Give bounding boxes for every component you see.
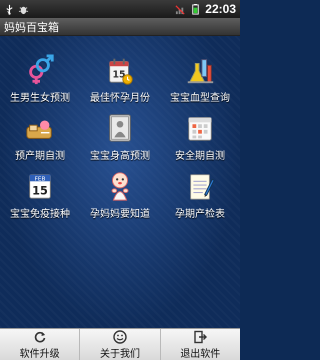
refresh-icon	[34, 331, 45, 342]
grid-item-label: 生男生女预测	[10, 93, 70, 104]
calendar-grid-icon	[188, 117, 212, 141]
options-menu: 软件升级 关于我们 退出软件	[0, 328, 240, 360]
grid-item-best-pregnancy-month[interactable]: 15 最佳怀孕月份	[80, 46, 160, 104]
usb-icon	[6, 4, 13, 15]
grid-item-label: 孕妈妈要知道	[90, 209, 150, 220]
baby-bottle-icon	[26, 120, 52, 139]
grid-item-gender-prediction[interactable]: 生男生女预测	[0, 46, 80, 104]
lab-flasks-icon	[187, 59, 214, 84]
exit-icon	[194, 330, 208, 343]
calendar-number: 15	[32, 184, 48, 197]
main-panel: 生男生女预测 15 最佳怀孕月份 宝宝血型查询 预产期自测 宝宝身高预测 安全期…	[0, 36, 240, 328]
calendar-icon: 15	[109, 58, 133, 85]
status-bar: 22:03	[0, 0, 240, 18]
grid-item-blood-type-query[interactable]: 宝宝血型查询	[160, 46, 240, 104]
grid-item-label: 宝宝免疫接种	[10, 209, 70, 220]
grid-item-due-date-test[interactable]: 预产期自测	[0, 104, 80, 162]
gender-symbols-icon	[29, 54, 54, 85]
grid-item-label: 宝宝血型查询	[170, 93, 230, 104]
grid-item-label: 宝宝身高预测	[90, 151, 150, 162]
app-title-bar: 妈妈百宝箱	[0, 18, 240, 36]
feb-label: FEB	[35, 176, 46, 182]
grid-item-immunization[interactable]: FEB 15 宝宝免疫接种	[0, 162, 80, 220]
grid-item-label: 最佳怀孕月份	[90, 93, 150, 104]
feb-calendar-icon: FEB 15	[29, 174, 51, 199]
baby-doll-icon	[111, 172, 129, 201]
grid-item-pregnancy-knowledge[interactable]: 孕妈妈要知道	[80, 162, 160, 220]
grid-item-label: 安全期自测	[175, 151, 225, 162]
battery-icon	[192, 3, 200, 15]
feature-grid: 生男生女预测 15 最佳怀孕月份 宝宝血型查询 预产期自测 宝宝身高预测 安全期…	[0, 36, 240, 278]
grid-item-safe-period-test[interactable]: 安全期自测	[160, 104, 240, 162]
grid-item-prenatal-checkup[interactable]: 孕期产检表	[160, 162, 240, 220]
grid-item-label: 预产期自测	[15, 151, 65, 162]
menu-item-update[interactable]: 软件升级	[0, 329, 81, 360]
signal-off-icon	[175, 4, 185, 15]
status-time: 22:03	[205, 2, 236, 16]
menu-item-exit[interactable]: 退出软件	[161, 329, 240, 360]
menu-item-label: 软件升级	[19, 348, 60, 360]
bug-icon	[18, 6, 29, 14]
height-chart-icon	[109, 114, 131, 142]
menu-item-about[interactable]: 关于我们	[80, 329, 161, 360]
grid-item-height-prediction[interactable]: 宝宝身高预测	[80, 104, 160, 162]
grid-item-label: 孕期产检表	[175, 209, 225, 220]
menu-item-label: 退出软件	[180, 348, 221, 360]
menu-item-label: 关于我们	[99, 348, 140, 360]
notepad-icon	[190, 174, 215, 200]
smiley-icon	[113, 329, 127, 344]
app-title: 妈妈百宝箱	[4, 20, 59, 34]
